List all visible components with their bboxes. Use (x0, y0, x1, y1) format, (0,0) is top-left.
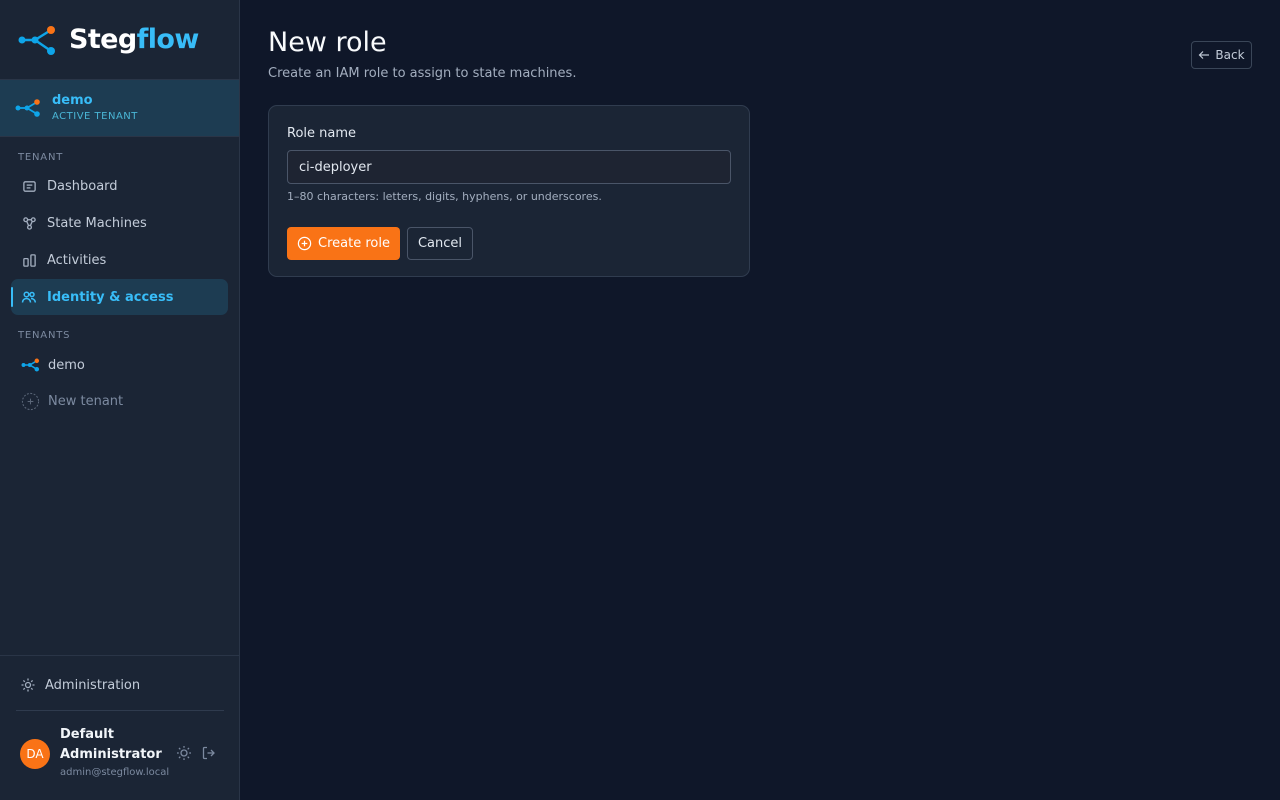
user-profile: DA Default Administrator admin@stegflow.… (0, 711, 240, 781)
tenant-flow-icon (20, 357, 40, 373)
create-role-button[interactable]: Create role (287, 227, 400, 260)
logout-icon[interactable] (201, 745, 217, 761)
main-content: New role Create an IAM role to assign to… (268, 0, 1280, 800)
flow-nodes-logo (18, 25, 55, 55)
role-name-input[interactable] (287, 150, 731, 184)
sidebar-item-label: Dashboard (47, 178, 118, 194)
activities-icon (21, 252, 37, 268)
arrow-left-icon (1199, 51, 1210, 59)
sidebar-item-state-machines[interactable]: State Machines (11, 205, 228, 241)
sidebar-item-identity-access[interactable]: Identity & access (11, 279, 228, 315)
sidebar-item-label: Activities (47, 252, 107, 268)
back-button-label: Back (1215, 48, 1245, 62)
plus-circle-icon (297, 236, 312, 251)
active-tenant-subtitle: ACTIVE TENANT (52, 110, 138, 122)
back-button[interactable]: Back (1191, 41, 1252, 69)
role-form-card: Role name 1–80 characters: letters, digi… (268, 105, 750, 277)
sidebar-item-activities[interactable]: Activities (11, 242, 228, 278)
create-role-label: Create role (318, 236, 390, 251)
user-email: admin@stegflow.local (60, 767, 170, 778)
avatar[interactable]: DA (20, 739, 50, 769)
page-subtitle: Create an IAM role to assign to state ma… (268, 66, 577, 81)
theme-toggle-sun-icon[interactable] (176, 745, 192, 761)
user-name: Default Administrator (60, 727, 162, 762)
plus-circle-icon (20, 392, 40, 410)
section-label-tenant: TENANT (18, 152, 64, 163)
sidebar-item-tenant-demo[interactable]: demo (11, 347, 228, 383)
tenant-flow-icon (15, 99, 40, 117)
sidebar-item-label: State Machines (47, 215, 147, 231)
page-title: New role (268, 27, 387, 58)
sidebar: Stegflow demo ACTIVE TENANT TENANT Dashb… (0, 0, 240, 800)
gear-icon (20, 677, 36, 693)
section-label-tenants: TENANTS (18, 330, 71, 341)
sidebar-item-label: Identity & access (47, 289, 174, 305)
sidebar-item-dashboard[interactable]: Dashboard (11, 168, 228, 204)
sidebar-footer: Administration DA Default Administrator … (0, 655, 240, 800)
sidebar-item-new-tenant[interactable]: New tenant (11, 383, 228, 419)
brand[interactable]: Stegflow (0, 0, 239, 80)
brand-name: Stegflow (69, 24, 199, 55)
cancel-button[interactable]: Cancel (407, 227, 473, 260)
dashboard-icon (21, 178, 37, 194)
state-machines-icon (21, 215, 37, 231)
users-icon (21, 289, 37, 305)
role-name-hint: 1–80 characters: letters, digits, hyphen… (287, 190, 602, 203)
administration-label: Administration (45, 677, 141, 693)
sidebar-item-label: New tenant (48, 393, 124, 409)
active-tenant-card[interactable]: demo ACTIVE TENANT (0, 80, 239, 137)
active-tenant-name: demo (52, 92, 93, 108)
administration-link[interactable]: Administration (0, 666, 240, 704)
role-name-label: Role name (287, 126, 357, 141)
sidebar-item-label: demo (48, 357, 85, 373)
